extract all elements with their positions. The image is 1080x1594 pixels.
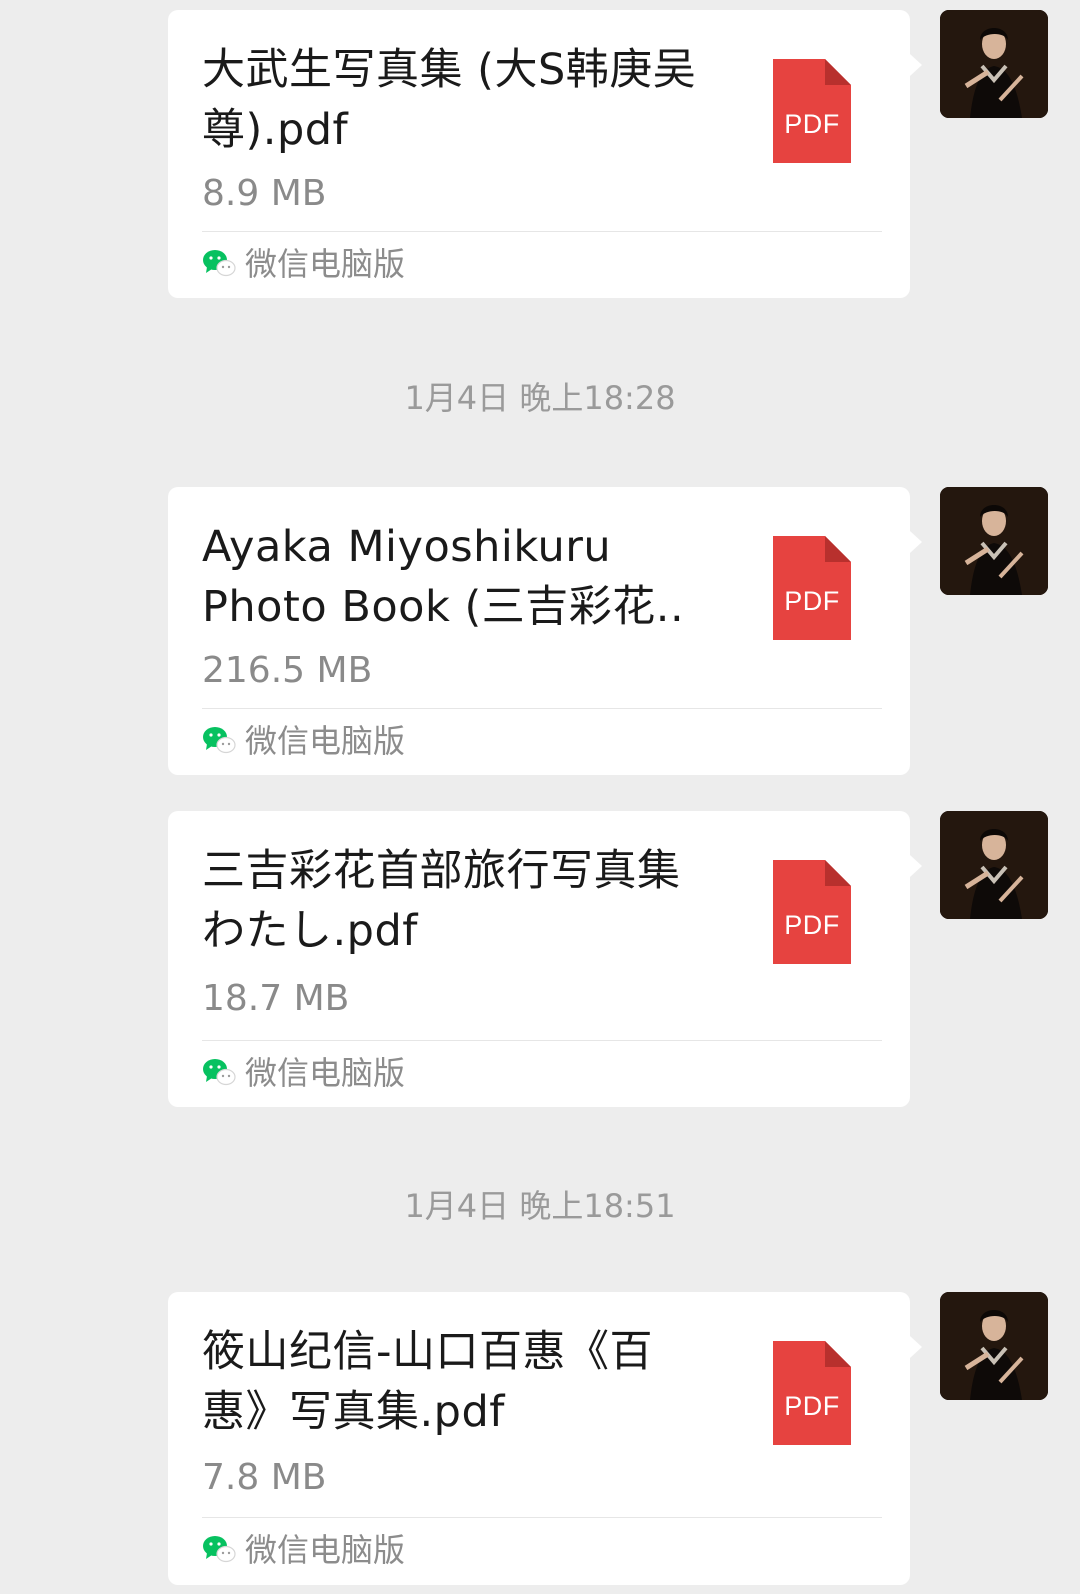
file-message-bubble[interactable]: 大武生写真集 (大S韩庚吴尊).pdf 8.9 MB PDF 微信电脑版 <box>168 10 922 298</box>
pdf-file-icon: PDF <box>773 1341 851 1445</box>
file-name: 三吉彩花首部旅行写真集わたし.pdf <box>202 846 681 956</box>
divider <box>202 231 882 232</box>
file-name: 大武生写真集 (大S韩庚吴尊).pdf <box>202 45 697 155</box>
wechat-icon <box>202 1534 236 1564</box>
source-label: 微信电脑版 <box>245 1531 406 1569</box>
file-type-label: PDF <box>784 1391 840 1421</box>
source-label: 微信电脑版 <box>245 1054 406 1092</box>
file-message-bubble[interactable]: 筱山纪信-山口百惠《百惠》写真集.pdf 7.8 MB PDF 微信电脑版 <box>168 1292 922 1585</box>
file-type-label: PDF <box>784 109 840 139</box>
file-type-label: PDF <box>784 910 840 940</box>
source-label: 微信电脑版 <box>245 722 406 760</box>
wechat-icon <box>202 1057 236 1087</box>
file-size: 18.7 MB <box>202 978 350 1019</box>
file-type-label: PDF <box>784 586 840 616</box>
timestamp: 1月4日 晚上18:28 <box>404 379 676 417</box>
file-message-bubble[interactable]: 三吉彩花首部旅行写真集わたし.pdf 18.7 MB PDF 微信电脑版 <box>168 811 922 1107</box>
timestamp: 1月4日 晚上18:51 <box>404 1187 676 1225</box>
pdf-file-icon: PDF <box>773 536 851 640</box>
file-name: 筱山纪信-山口百惠《百惠》写真集.pdf <box>202 1327 654 1437</box>
file-message-bubble[interactable]: Ayaka Miyoshikuru Photo Book (三吉彩花.. 216… <box>168 487 922 775</box>
pdf-file-icon: PDF <box>773 59 851 163</box>
divider <box>202 1040 882 1041</box>
chat-message-list[interactable]: 大武生写真集 (大S韩庚吴尊).pdf 8.9 MB PDF 微信电脑版 1月4… <box>0 0 1080 1594</box>
pdf-file-icon: PDF <box>773 860 851 964</box>
user-avatar[interactable] <box>940 1292 1048 1400</box>
wechat-icon <box>202 725 236 755</box>
file-size: 216.5 MB <box>202 650 373 691</box>
file-size: 8.9 MB <box>202 173 327 214</box>
user-avatar[interactable] <box>940 10 1048 118</box>
user-avatar[interactable] <box>940 487 1048 595</box>
divider <box>202 708 882 709</box>
divider <box>202 1517 882 1518</box>
wechat-icon <box>202 248 236 278</box>
file-size: 7.8 MB <box>202 1457 327 1498</box>
source-label: 微信电脑版 <box>245 245 406 283</box>
user-avatar[interactable] <box>940 811 1048 919</box>
file-name: Ayaka Miyoshikuru Photo Book (三吉彩花.. <box>202 522 685 632</box>
